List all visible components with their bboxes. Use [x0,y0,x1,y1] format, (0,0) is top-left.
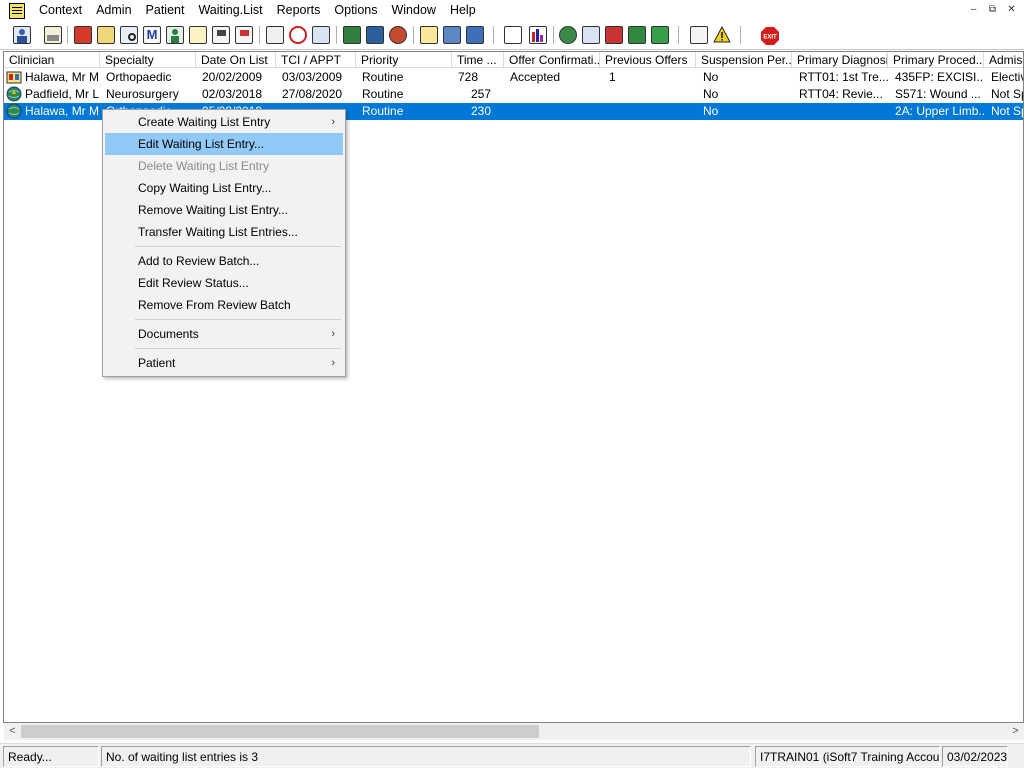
open-book-icon [6,69,22,85]
clinician-icon[interactable] [11,24,33,46]
col-suspension[interactable]: Suspension Per... [696,52,792,68]
globe-warning-icon [6,86,22,102]
menu-create-waiting-list-entry[interactable]: Create Waiting List Entry › [105,111,343,133]
status-date: 03/02/2023 [942,746,1008,767]
col-primary-procedure[interactable]: Primary Proced... [888,52,984,68]
flag-icon[interactable] [210,24,232,46]
horizontal-scrollbar[interactable]: < > [4,723,1024,740]
printer-icon[interactable] [42,24,64,46]
toolbar: M EXIT [0,21,1024,50]
restore-icon[interactable]: ⧉ [984,2,1001,18]
list-green-icon[interactable] [649,24,671,46]
menu-remove-waiting-list-entry[interactable]: Remove Waiting List Entry... [105,199,343,221]
col-tci-appt[interactable]: TCI / APPT [276,52,356,68]
menu-help[interactable]: Help [443,0,483,21]
app-list-icon[interactable] [9,2,25,19]
menu-transfer-waiting-list-entries[interactable]: Transfer Waiting List Entries... [105,221,343,243]
col-primary-diagnosis[interactable]: Primary Diagnosis [792,52,888,68]
status-ready: Ready... [3,746,99,767]
menu-separator [135,319,341,320]
scroll-right-icon[interactable]: > [1007,723,1024,740]
transfer-icon[interactable] [688,24,710,46]
submenu-arrow-icon: › [331,116,335,128]
person-icon[interactable] [164,24,186,46]
col-priority[interactable]: Priority [356,52,452,68]
close-icon[interactable]: ✕ [1003,2,1020,18]
globe-icon [6,103,22,119]
menu-delete-waiting-list-entry: Delete Waiting List Entry [138,159,269,173]
menu-admin[interactable]: Admin [89,0,138,21]
menu-context[interactable]: Context [32,0,89,21]
menu-edit-review-status[interactable]: Edit Review Status... [105,272,343,294]
col-time[interactable]: Time ... [452,52,504,68]
menu-copy-waiting-list-entry[interactable]: Copy Waiting List Entry... [105,177,343,199]
screen-icon[interactable] [310,24,332,46]
bar-chart-icon[interactable] [527,24,549,46]
submenu-arrow-icon: › [331,328,335,340]
warning-icon[interactable] [711,24,733,46]
menu-window[interactable]: Window [384,0,442,21]
monitor-edit-icon[interactable] [364,24,386,46]
scrollbar-thumb[interactable] [21,725,539,738]
col-clinician[interactable]: Clinician [4,52,100,68]
submenu-arrow-icon: › [331,357,335,369]
folder-open-icon[interactable] [95,24,117,46]
col-specialty[interactable]: Specialty [100,52,196,68]
status-entry-count: No. of waiting list entries is 3 [101,746,751,767]
menu-patient[interactable]: Patient › [105,352,343,374]
col-date-on-list[interactable]: Date On List [196,52,276,68]
context-menu: Create Waiting List Entry › Edit Waiting… [102,109,346,377]
monitor-icon[interactable] [341,24,363,46]
svg-text:EXIT: EXIT [763,35,777,41]
clock-monitor-icon[interactable] [387,24,409,46]
document-icon[interactable] [502,24,524,46]
notepad-icon[interactable] [187,24,209,46]
menu-reports[interactable]: Reports [270,0,328,21]
search-list-icon[interactable] [118,24,140,46]
clock-icon[interactable] [287,24,309,46]
status-bar: Ready... No. of waiting list entries is … [0,743,1024,768]
menu-patient[interactable]: Patient [139,0,192,21]
menu-add-to-review-batch[interactable]: Add to Review Batch... [105,250,343,272]
flag-alt-icon[interactable] [233,24,255,46]
col-admission[interactable]: Admiss [984,52,1023,68]
status-account: I7TRAIN01 (iSoft7 Training Account) [755,746,940,767]
minimize-icon[interactable]: – [965,2,982,18]
car-icon[interactable] [441,24,463,46]
col-previous-offers[interactable]: Previous Offers [600,52,696,68]
envelope-search-icon[interactable] [264,24,286,46]
note-icon[interactable] [418,24,440,46]
window-controls: – ⧉ ✕ [965,2,1020,18]
menu-remove-from-review-batch[interactable]: Remove From Review Batch [105,294,343,316]
menu-waiting-list[interactable]: Waiting.List [191,0,269,21]
table-row[interactable]: Halawa, Mr M Orthopaedic 20/02/2009 03/0… [4,69,1023,86]
list-edit-icon[interactable] [580,24,602,46]
phone-icon[interactable] [464,24,486,46]
menu-edit-waiting-list-entry[interactable]: Edit Waiting List Entry... [105,133,343,155]
menu-bar: Context Admin Patient Waiting.List Repor… [0,0,1024,21]
table-header: Clinician Specialty Date On List TCI / A… [4,52,1023,68]
list-check-icon[interactable] [603,24,625,46]
m-icon[interactable]: M [141,24,163,46]
list-down-icon[interactable] [626,24,648,46]
globe-icon[interactable] [557,24,579,46]
scroll-left-icon[interactable]: < [4,723,21,740]
menu-separator [135,348,341,349]
menu-documents[interactable]: Documents › [105,323,343,345]
col-offer-confirmation[interactable]: Offer Confirmati... [504,52,600,68]
menu-separator [135,246,341,247]
book-icon[interactable] [72,24,94,46]
menu-options[interactable]: Options [327,0,384,21]
table-row[interactable]: Padfield, Mr L Neurosurgery 02/03/2018 2… [4,86,1023,103]
exit-icon[interactable]: EXIT [758,24,780,46]
